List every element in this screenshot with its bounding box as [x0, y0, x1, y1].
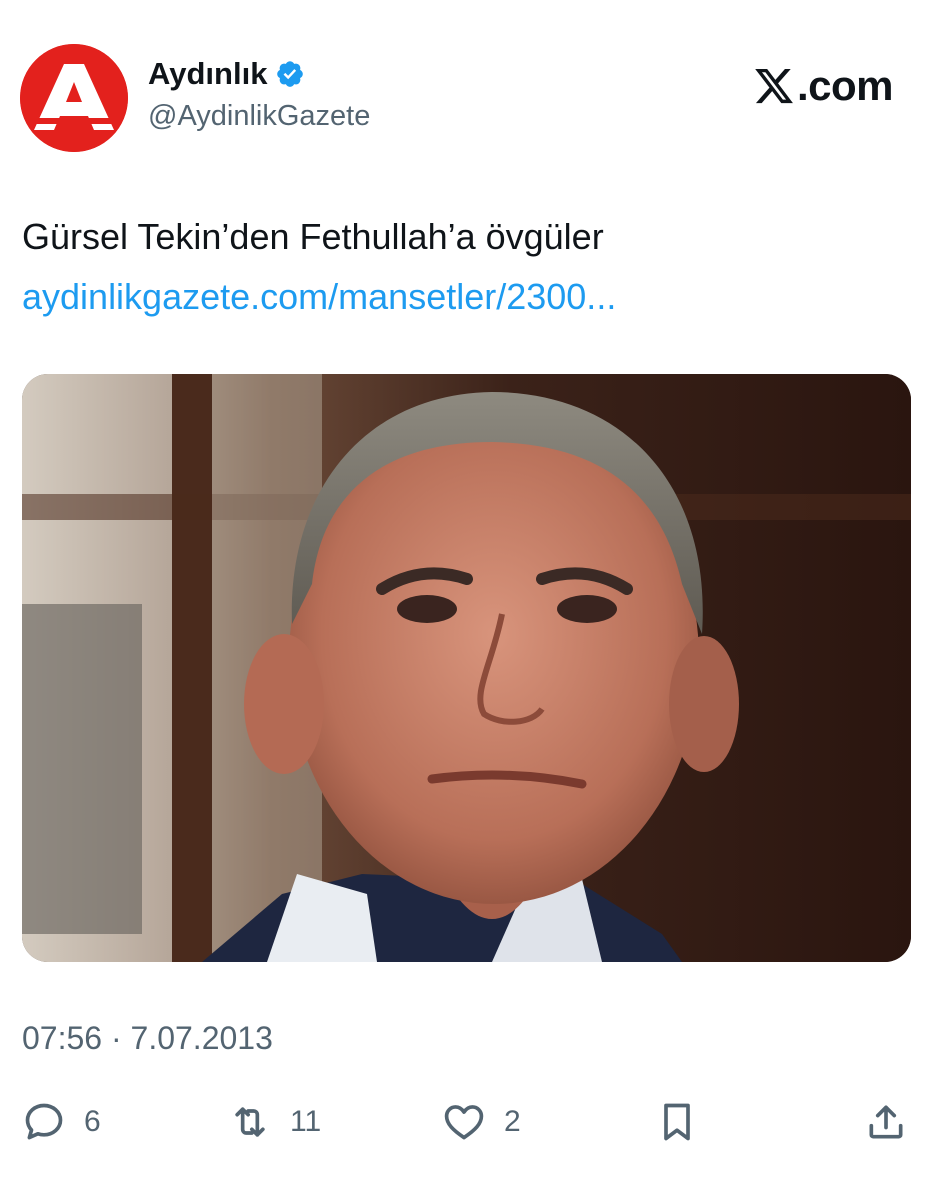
author-name[interactable]: Aydınlık	[148, 56, 267, 92]
tweet-actions: 6 11 2	[0, 1096, 933, 1148]
share-icon	[869, 1105, 903, 1139]
repost-count: 11	[290, 1105, 322, 1138]
verified-badge-icon	[275, 59, 305, 89]
source-watermark: .com	[753, 62, 894, 110]
aydinlik-logo	[20, 44, 128, 152]
avatar[interactable]	[20, 44, 128, 152]
reply-count: 6	[84, 1105, 101, 1138]
author-block: Aydınlık @AydinlikGazete	[148, 54, 370, 133]
tweet-timestamp[interactable]: 07:56 · 7.07.2013	[22, 1020, 273, 1057]
bookmark-icon	[664, 1103, 690, 1141]
repost-button[interactable]: 11	[228, 1096, 321, 1148]
reply-icon	[25, 1103, 63, 1140]
source-label: .com	[796, 62, 894, 109]
like-icon	[444, 1105, 484, 1140]
reply-button[interactable]: 6	[22, 1096, 101, 1148]
tweet-link[interactable]: aydinlikgazete.com/mansetler/2300...	[22, 276, 616, 318]
like-button[interactable]: 2	[442, 1096, 521, 1148]
author-handle[interactable]: @AydinlikGazete	[148, 100, 370, 133]
like-count: 2	[504, 1105, 521, 1138]
tweet-media-photo[interactable]	[22, 374, 911, 962]
repost-icon	[235, 1107, 265, 1137]
portrait-photo	[22, 374, 911, 962]
share-button[interactable]	[864, 1096, 908, 1148]
x-logo-icon	[755, 68, 793, 104]
tweet-text: Gürsel Tekin’den Fethullah’a övgüler	[22, 216, 604, 257]
bookmark-button[interactable]	[655, 1096, 699, 1148]
